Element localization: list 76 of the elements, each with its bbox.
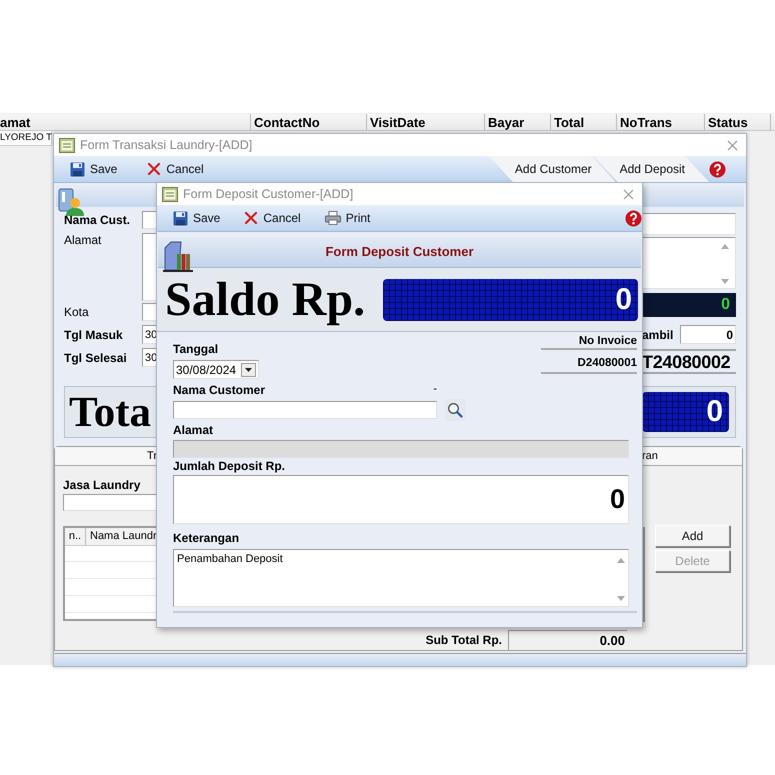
column-header: ContactNo xyxy=(251,114,367,130)
scroll-up-icon[interactable] xyxy=(721,244,729,249)
tab-button[interactable]: Add Deposit xyxy=(594,156,709,182)
save-button[interactable]: Save xyxy=(68,160,120,178)
field-label: Jumlah Deposit Rp. xyxy=(173,459,286,474)
save-icon xyxy=(70,162,85,176)
button[interactable]: Add xyxy=(655,525,730,547)
balance-display: 0 xyxy=(642,293,736,317)
text-area-value: Penambahan Deposit xyxy=(177,552,284,567)
input-field[interactable] xyxy=(642,213,736,235)
balance-label: Saldo Rp. xyxy=(165,276,366,324)
form-heading: Form Deposit Customer xyxy=(324,244,475,259)
input-field[interactable]: 0.00 xyxy=(508,630,627,650)
field-label: Alamat xyxy=(64,233,102,247)
scroll-down-icon[interactable] xyxy=(721,279,729,284)
printer-icon xyxy=(324,211,341,225)
field-label: Sub Total Rp. xyxy=(426,633,502,647)
field-label: Tgl Masuk xyxy=(64,328,124,342)
input-field[interactable] xyxy=(63,494,157,511)
field-label: ambil xyxy=(642,328,674,342)
invoice-number: D24080001 xyxy=(541,350,637,374)
text-area[interactable] xyxy=(142,233,157,301)
input-field[interactable] xyxy=(142,211,157,229)
column-header: Nama Laundr xyxy=(89,529,157,544)
field-label: Tgl Selesai xyxy=(64,350,128,364)
balance-display: 0 xyxy=(383,278,638,320)
separator-mark: - xyxy=(433,383,437,397)
cancel-icon xyxy=(244,211,258,225)
help-icon[interactable] xyxy=(709,160,726,178)
window-icon xyxy=(162,186,178,202)
field-label: Kota xyxy=(64,305,90,319)
scroll-up-icon[interactable] xyxy=(617,558,625,563)
save-button[interactable]: Save xyxy=(171,208,222,228)
table-cell: LYOREJO T xyxy=(0,131,52,146)
date-picker[interactable]: 30/08/2024 xyxy=(173,360,259,379)
input-field[interactable]: 0 xyxy=(680,325,736,344)
tab[interactable]: ran xyxy=(642,447,742,465)
field-label: Nama Cust. xyxy=(64,213,132,227)
print-button[interactable]: Print xyxy=(322,209,372,227)
input-field[interactable] xyxy=(173,401,437,419)
field-label: Tanggal xyxy=(173,342,220,357)
tab-button[interactable]: Add Customer xyxy=(488,156,616,182)
search-icon xyxy=(447,402,463,418)
total-label: Tota xyxy=(69,390,152,434)
column-header: n.. xyxy=(65,528,86,545)
close-icon[interactable] xyxy=(727,140,738,150)
close-icon[interactable] xyxy=(623,188,634,200)
help-icon[interactable] xyxy=(625,210,642,226)
window-icon xyxy=(59,138,75,152)
save-icon xyxy=(173,210,188,226)
contact-card-icon xyxy=(58,187,84,217)
column-header: Total xyxy=(551,114,617,130)
total-display: 0 xyxy=(642,392,729,432)
amount-field[interactable]: 0 xyxy=(173,475,629,524)
column-header: NoTrans xyxy=(617,114,705,130)
field-label: Alamat xyxy=(173,423,214,438)
column-header: VisitDate xyxy=(367,114,485,130)
field-label: Nama Customer xyxy=(173,383,266,398)
caret-icon xyxy=(245,368,252,372)
folder-books-icon xyxy=(163,240,193,272)
column-header: amat xyxy=(0,114,251,130)
field-label: Keterangan xyxy=(173,531,240,546)
field-label: No Invoice xyxy=(541,335,637,350)
cancel-icon xyxy=(147,162,162,176)
column-header: Status xyxy=(705,114,771,130)
text-area[interactable] xyxy=(642,237,736,289)
search-button[interactable] xyxy=(445,399,466,421)
cancel-button[interactable]: Cancel xyxy=(242,209,303,227)
text-area[interactable]: Penambahan Deposit xyxy=(173,549,629,607)
window-title: Form Transaksi Laundry-[ADD] xyxy=(80,138,254,152)
field-label: Jasa Laundry xyxy=(63,478,142,492)
cancel-button[interactable]: Cancel xyxy=(145,160,206,178)
input-field[interactable] xyxy=(142,303,157,321)
window-title: Form Deposit Customer-[ADD] xyxy=(183,187,354,201)
scroll-down-icon[interactable] xyxy=(617,596,625,601)
column-header: Bayar xyxy=(485,114,551,130)
